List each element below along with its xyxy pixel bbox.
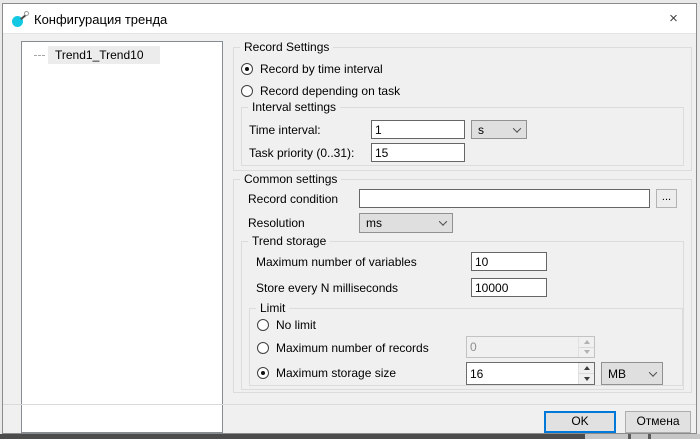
chevron-down-icon bbox=[513, 124, 521, 132]
cancel-button[interactable]: Отмена bbox=[625, 411, 691, 433]
radio-record-by-time[interactable]: Record by time interval bbox=[241, 61, 383, 77]
max-variables-input[interactable] bbox=[471, 252, 547, 271]
resolution-value: ms bbox=[366, 216, 382, 230]
group-limit-label: Limit bbox=[256, 301, 289, 316]
max-storage-input[interactable] bbox=[467, 363, 578, 384]
record-condition-label: Record condition bbox=[248, 192, 338, 206]
group-trend-storage-label: Trend storage bbox=[248, 234, 330, 249]
background-strip-dark bbox=[0, 434, 585, 439]
desktop-background: Конфигурация тренда × Trend1_Trend10 Rec… bbox=[0, 0, 700, 439]
dialog-title: Конфигурация тренда bbox=[34, 12, 167, 27]
radio-no-limit-label[interactable]: No limit bbox=[276, 318, 316, 332]
close-button[interactable]: × bbox=[651, 4, 696, 33]
time-interval-label: Time interval: bbox=[249, 123, 321, 137]
max-records-input bbox=[467, 337, 578, 357]
group-common-settings-label: Common settings bbox=[240, 172, 341, 187]
background-tick bbox=[648, 434, 651, 439]
max-storage-spinner[interactable] bbox=[466, 362, 595, 385]
tree-branch-line bbox=[34, 55, 45, 56]
trend-app-icon bbox=[12, 11, 29, 28]
spin-down-icon bbox=[584, 350, 590, 354]
time-unit-combobox[interactable]: s bbox=[471, 120, 527, 139]
trend-tree-panel: Trend1_Trend10 bbox=[21, 41, 223, 433]
footer-separator bbox=[3, 404, 696, 405]
spin-up-button[interactable] bbox=[579, 363, 594, 373]
resolution-combobox[interactable]: ms bbox=[359, 213, 453, 233]
max-variables-label: Maximum number of variables bbox=[256, 255, 417, 269]
radio-record-by-time-icon[interactable] bbox=[241, 63, 253, 75]
spin-up-icon bbox=[584, 340, 590, 344]
ok-button[interactable]: OK bbox=[544, 411, 616, 433]
chevron-down-icon bbox=[439, 217, 447, 225]
storage-unit-value: MB bbox=[608, 367, 626, 381]
spin-down-button[interactable] bbox=[579, 373, 594, 384]
background-strip-light bbox=[585, 434, 700, 439]
time-interval-input[interactable] bbox=[371, 120, 465, 139]
background-tick bbox=[628, 434, 631, 439]
radio-max-records-icon[interactable] bbox=[257, 342, 269, 354]
record-condition-input[interactable] bbox=[359, 189, 650, 208]
spin-up-button bbox=[579, 337, 594, 347]
radio-no-limit-icon[interactable] bbox=[257, 319, 269, 331]
task-priority-input[interactable] bbox=[371, 143, 465, 162]
task-priority-label: Task priority (0..31): bbox=[249, 146, 354, 160]
time-unit-value: s bbox=[478, 123, 484, 137]
radio-max-records-label[interactable]: Maximum number of records bbox=[276, 341, 429, 355]
radio-max-storage-icon[interactable] bbox=[257, 367, 269, 379]
tree-item-trend1[interactable]: Trend1_Trend10 bbox=[22, 46, 222, 64]
radio-max-storage-label[interactable]: Maximum storage size bbox=[276, 366, 396, 380]
max-storage-spin-buttons bbox=[578, 363, 594, 384]
group-interval-settings-label: Interval settings bbox=[248, 100, 340, 115]
storage-unit-combobox[interactable]: MB bbox=[601, 362, 663, 385]
radio-max-storage[interactable]: Maximum storage size bbox=[257, 365, 396, 381]
radio-record-by-task[interactable]: Record depending on task bbox=[241, 83, 400, 99]
spin-down-button bbox=[579, 347, 594, 358]
spin-down-icon bbox=[584, 377, 590, 381]
store-every-input[interactable] bbox=[471, 278, 547, 297]
radio-max-records[interactable]: Maximum number of records bbox=[257, 340, 429, 356]
tree-item-label: Trend1_Trend10 bbox=[55, 48, 144, 62]
max-records-spin-buttons bbox=[578, 337, 594, 357]
browse-button[interactable]: ... bbox=[656, 189, 677, 208]
max-records-spinner bbox=[466, 336, 595, 358]
radio-record-by-time-label[interactable]: Record by time interval bbox=[260, 62, 383, 76]
radio-record-by-task-label[interactable]: Record depending on task bbox=[260, 84, 400, 98]
group-record-settings-label: Record Settings bbox=[240, 40, 333, 55]
radio-record-by-task-icon[interactable] bbox=[241, 85, 253, 97]
radio-no-limit[interactable]: No limit bbox=[257, 317, 316, 333]
chevron-down-icon bbox=[649, 368, 657, 376]
resolution-label: Resolution bbox=[248, 216, 305, 230]
spin-up-icon bbox=[584, 366, 590, 370]
icon-small-circle bbox=[24, 11, 29, 16]
trend-configuration-dialog: Конфигурация тренда × Trend1_Trend10 Rec… bbox=[2, 3, 697, 434]
store-every-label: Store every N milliseconds bbox=[256, 281, 398, 295]
title-bar[interactable]: Конфигурация тренда × bbox=[3, 4, 696, 34]
